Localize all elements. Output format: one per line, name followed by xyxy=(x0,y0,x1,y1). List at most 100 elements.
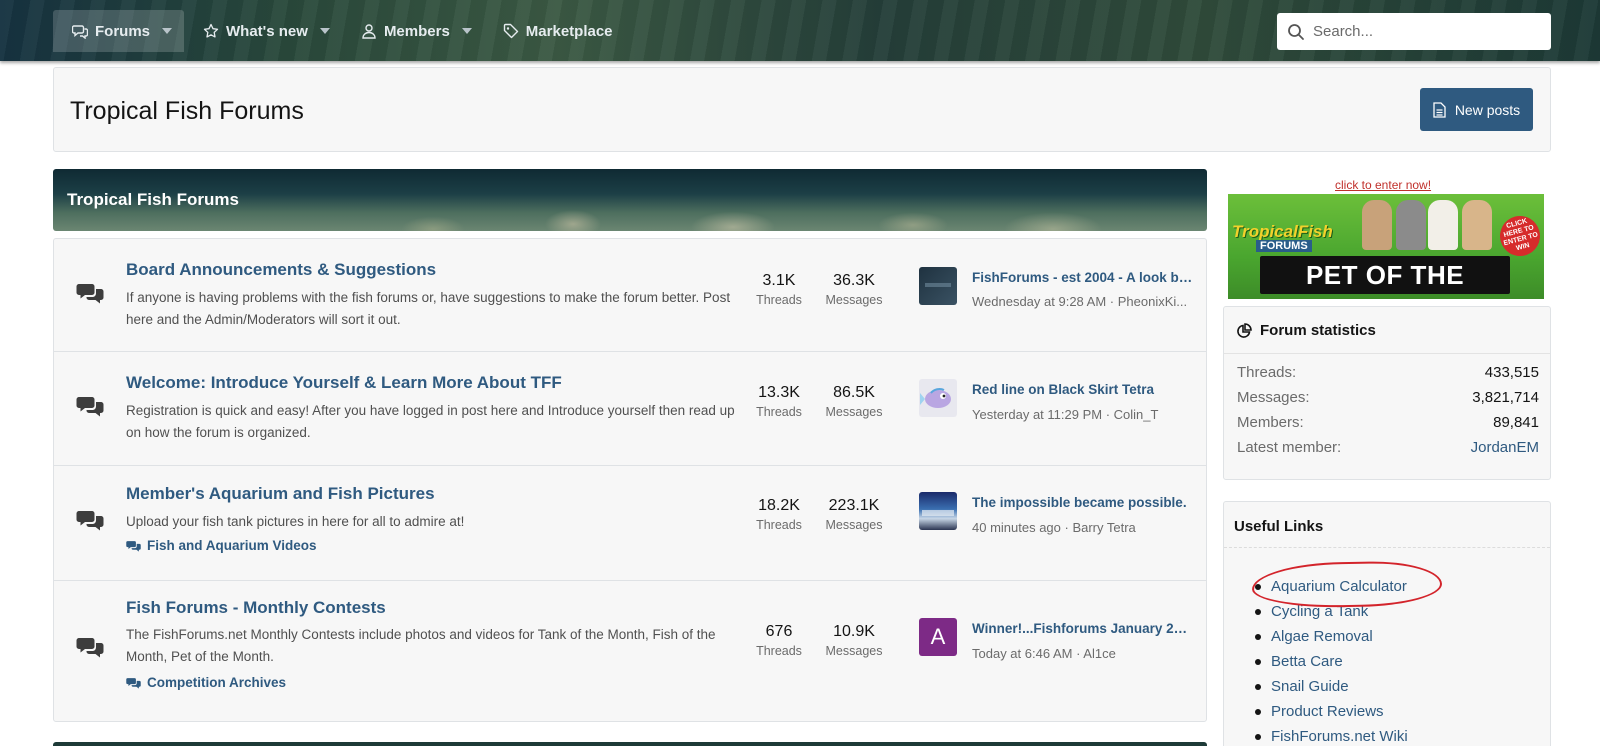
chat-bubbles-icon xyxy=(72,25,88,39)
subforum-link[interactable]: Competition Archives xyxy=(126,675,286,690)
forum-statistics-title: Forum statistics xyxy=(1260,322,1376,339)
last-post-meta[interactable]: 40 minutes ago · Barry Tetra xyxy=(972,520,1194,535)
chevron-down-icon[interactable] xyxy=(319,28,330,34)
nav-tab-members[interactable]: Members xyxy=(342,10,484,52)
dog-image xyxy=(1462,200,1492,250)
useful-link-betta-care[interactable]: Betta Care xyxy=(1255,649,1408,674)
forum-row: Board Announcements & Suggestions If any… xyxy=(54,239,1206,352)
top-navigation-bar: Forums What's new Members Marketplace xyxy=(0,0,1600,61)
forum-list: Board Announcements & Suggestions If any… xyxy=(53,238,1207,722)
divider xyxy=(1224,353,1550,354)
stat-row: Messages: 3,821,714 xyxy=(1237,389,1539,406)
banner-badge: CLICK HERE TO ENTER TO WIN xyxy=(1495,211,1544,261)
useful-link-algae-removal[interactable]: Algae Removal xyxy=(1255,624,1408,649)
messages-count: 86.5K xyxy=(833,384,875,401)
nav-tab-label: Members xyxy=(383,22,450,40)
messages-stat: 10.9K Messages xyxy=(819,623,889,658)
useful-links-panel: Useful Links Aquarium Calculator Cycling… xyxy=(1223,501,1551,746)
useful-link-wiki[interactable]: FishForums.net Wiki xyxy=(1255,724,1408,746)
threads-count: 13.3K xyxy=(758,384,800,401)
threads-stat: 18.2K Threads xyxy=(744,497,814,532)
stat-label: Members: xyxy=(1237,414,1304,431)
forum-title-link[interactable]: Welcome: Introduce Yourself & Learn More… xyxy=(126,373,562,393)
subforum-link[interactable]: Fish and Aquarium Videos xyxy=(126,538,317,553)
stat-label: Messages: xyxy=(1237,389,1310,406)
last-post-title-link[interactable]: FishForums - est 2004 - A look ba... xyxy=(972,270,1194,285)
stat-value: 3,821,714 xyxy=(1472,389,1539,406)
messages-stat: 223.1K Messages xyxy=(819,497,889,532)
last-post-meta[interactable]: Today at 6:46 AM · Al1ce xyxy=(972,646,1194,661)
avatar-letter: A xyxy=(930,624,946,649)
banner-headline: PET OF THE MONTH xyxy=(1260,256,1510,299)
forum-title-link[interactable]: Member's Aquarium and Fish Pictures xyxy=(126,484,435,504)
threads-count: 676 xyxy=(765,623,793,640)
category-title[interactable]: Tropical Fish Forums xyxy=(67,190,239,210)
forum-bubble-icon xyxy=(76,511,104,531)
nav-tab-marketplace[interactable]: Marketplace xyxy=(484,10,625,52)
threads-stat: 3.1K Threads xyxy=(744,272,814,307)
last-post-title-link[interactable]: The impossible became possible. xyxy=(972,495,1194,510)
forum-title-link[interactable]: Fish Forums - Monthly Contests xyxy=(126,598,386,618)
search-icon xyxy=(1288,23,1304,40)
new-posts-button[interactable]: New posts xyxy=(1420,88,1533,131)
stat-row: Members: 89,841 xyxy=(1237,414,1539,431)
forum-row: Member's Aquarium and Fish Pictures Uplo… xyxy=(54,466,1206,581)
forum-bubble-icon xyxy=(76,284,104,304)
category-header[interactable]: Tropical Fish Forums xyxy=(53,169,1207,231)
messages-count: 10.9K xyxy=(833,623,875,640)
forum-row: Fish Forums - Monthly Contests The FishF… xyxy=(54,581,1206,721)
last-post-title-link[interactable]: Winner!...Fishforums January 202... xyxy=(972,621,1194,636)
dog-image xyxy=(1428,200,1458,250)
messages-count: 36.3K xyxy=(833,272,875,289)
search-input[interactable] xyxy=(1313,23,1533,40)
messages-label: Messages xyxy=(825,518,883,532)
forum-bubble-icon xyxy=(76,638,104,658)
pie-chart-icon xyxy=(1237,322,1252,338)
nav-tab-label: Forums xyxy=(95,22,151,40)
nav-tab-label: What's new xyxy=(226,22,308,40)
contest-entry-link[interactable]: click to enter now! xyxy=(1335,178,1431,192)
last-post-title-link[interactable]: Red line on Black Skirt Tetra xyxy=(972,382,1194,397)
avatar[interactable] xyxy=(919,267,957,305)
last-post-meta[interactable]: Wednesday at 9:28 AM · PheonixKi... xyxy=(972,294,1194,309)
chevron-down-icon[interactable] xyxy=(461,28,472,34)
nav-tab-forums[interactable]: Forums xyxy=(53,10,185,52)
search-box[interactable] xyxy=(1277,13,1551,50)
star-icon xyxy=(203,23,219,38)
forum-description: Upload your fish tank pictures in here f… xyxy=(126,514,465,529)
forum-bubble-icon xyxy=(76,397,104,417)
page-title: Tropical Fish Forums xyxy=(70,97,304,125)
dog-image xyxy=(1362,200,1392,250)
useful-link-product-reviews[interactable]: Product Reviews xyxy=(1255,699,1408,724)
document-icon xyxy=(1433,101,1446,118)
forum-row: Welcome: Introduce Yourself & Learn More… xyxy=(54,352,1206,466)
stat-label: Latest member: xyxy=(1237,439,1342,456)
chevron-down-icon[interactable] xyxy=(162,28,173,34)
forum-title-link[interactable]: Board Announcements & Suggestions xyxy=(126,260,436,280)
threads-label: Threads xyxy=(756,293,802,307)
messages-stat: 86.5K Messages xyxy=(819,384,889,419)
threads-stat: 676 Threads xyxy=(744,623,814,658)
main-nav: Forums What's new Members Marketplace xyxy=(53,10,625,52)
avatar[interactable] xyxy=(919,379,957,417)
page-header: Tropical Fish Forums New posts xyxy=(53,67,1551,152)
next-category-header xyxy=(53,742,1207,746)
useful-link-snail-guide[interactable]: Snail Guide xyxy=(1255,674,1408,699)
nav-tab-whats-new[interactable]: What's new xyxy=(184,10,342,52)
latest-member-link[interactable]: JordanEM xyxy=(1471,439,1539,456)
banner-logo-text: TropicalFish xyxy=(1232,222,1333,241)
useful-links-title: Useful Links xyxy=(1234,518,1324,535)
threads-stat: 13.3K Threads xyxy=(744,384,814,419)
last-post-meta[interactable]: Yesterday at 11:29 PM · Colin_T xyxy=(972,407,1194,422)
chat-bubbles-icon xyxy=(126,677,141,689)
forum-description: Registration is quick and easy! After yo… xyxy=(126,403,735,440)
avatar[interactable]: A xyxy=(919,618,957,656)
chat-bubbles-icon xyxy=(126,540,141,552)
pet-of-the-month-banner[interactable]: TropicalFish FORUMS PET OF THE MONTH CLI… xyxy=(1228,194,1544,299)
forum-description: If anyone is having problems with the fi… xyxy=(126,290,731,327)
stat-value: 433,515 xyxy=(1484,364,1539,381)
cat-image xyxy=(1396,200,1426,250)
avatar[interactable] xyxy=(919,492,957,530)
messages-label: Messages xyxy=(825,293,883,307)
divider xyxy=(1224,547,1550,548)
